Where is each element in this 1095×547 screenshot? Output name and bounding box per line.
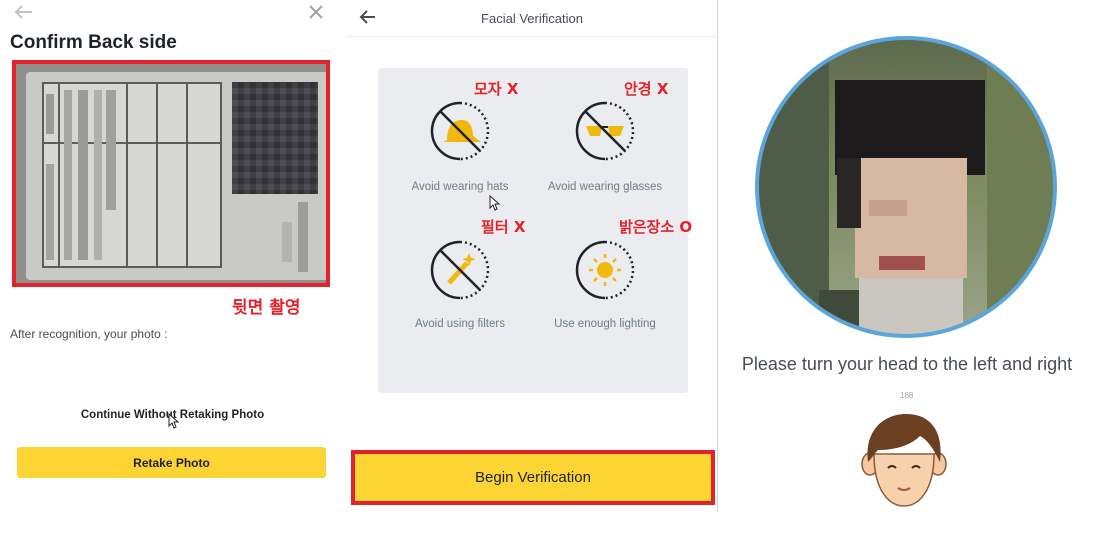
page-title: Confirm Back side: [10, 32, 177, 53]
filter-wand-crossed-icon: [430, 240, 490, 300]
mouse-cursor-icon: [489, 195, 501, 211]
page-title: Facial Verification: [481, 11, 583, 26]
sun-icon: [575, 240, 635, 300]
head-turn-avatar-icon: [861, 414, 947, 507]
glasses-crossed-icon: [575, 101, 635, 161]
tip-label-lighting: Use enough lighting: [554, 318, 656, 330]
liveness-check-screen: Please turn your head to the left and ri…: [719, 0, 1095, 547]
confirm-back-side-screen: Confirm Back side 뒷면 촬영 After recognitio…: [0, 0, 345, 489]
tip-label-glasses: Avoid wearing glasses: [547, 181, 663, 193]
annotation-no-filter: 필터 X: [481, 218, 526, 236]
id-card-image: [26, 72, 326, 280]
id-card-table: [42, 82, 222, 268]
head-turn-instruction: Please turn your head to the left and ri…: [741, 354, 1073, 374]
annotation-bright-place: 밝은장소 O: [619, 218, 693, 236]
begin-verification-highlight: Begin Verification: [351, 450, 715, 505]
facial-verification-screen: Facial Verification Avoid wearing hats A…: [346, 0, 718, 512]
camera-preview-pixelated: [759, 40, 1053, 334]
face-capture-frame: [755, 36, 1057, 338]
after-recognition-text: After recognition, your photo :: [10, 327, 168, 341]
header-divider: [346, 36, 717, 37]
annotation-back-side: 뒷면 촬영: [232, 298, 301, 318]
begin-verification-button[interactable]: Begin Verification: [355, 454, 711, 501]
tip-label-filters: Avoid using filters: [415, 318, 505, 330]
hat-crossed-icon: [430, 101, 490, 161]
id-photo-pixelated: [232, 82, 318, 194]
back-arrow-icon[interactable]: [14, 4, 34, 20]
retake-photo-button[interactable]: Retake Photo: [17, 447, 326, 478]
close-icon[interactable]: [307, 3, 325, 21]
tip-label-hats: Avoid wearing hats: [411, 181, 509, 193]
annotation-no-hat: 모자 X: [474, 80, 519, 98]
mouse-cursor-icon: [168, 413, 180, 429]
progress-counter: 188: [900, 391, 914, 400]
annotation-no-glasses: 안경 X: [624, 80, 669, 98]
id-card-back-preview: [12, 60, 330, 287]
